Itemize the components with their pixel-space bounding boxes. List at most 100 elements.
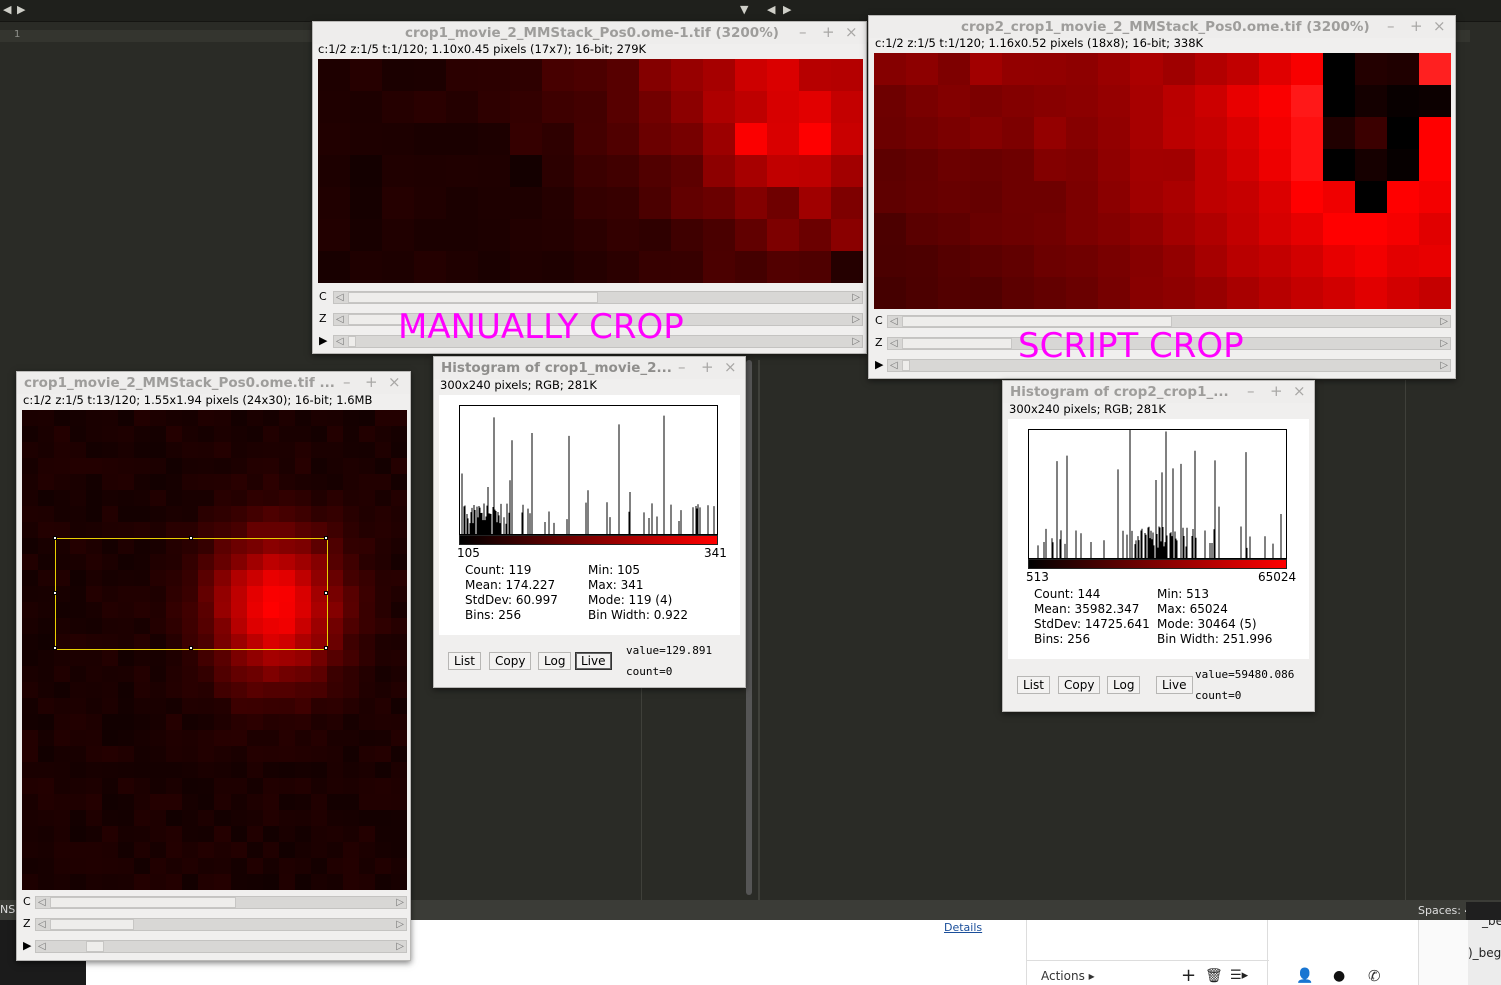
phone-icon[interactable]: ✆: [1368, 967, 1381, 985]
window-titlebar[interactable]: Histogram of crop2_crop1_... – + ×: [1003, 381, 1314, 403]
pixel: [798, 219, 831, 251]
pixel: [214, 682, 231, 698]
close-icon[interactable]: ×: [845, 24, 858, 40]
log-button[interactable]: Log: [1107, 676, 1141, 694]
minimize-icon[interactable]: –: [1247, 383, 1255, 399]
full-image-window[interactable]: crop1_movie_2_MMStack_Pos0.ome.tif ... –…: [16, 371, 411, 961]
live-button[interactable]: Live: [1156, 676, 1193, 694]
play-icon[interactable]: ▶: [23, 938, 31, 954]
pixel: [310, 490, 327, 506]
pixel: [182, 490, 199, 506]
pixel: [1386, 181, 1419, 213]
pixel: [246, 490, 263, 506]
pixel: [134, 810, 151, 826]
pixel: [70, 426, 87, 442]
pixel: [1130, 149, 1163, 181]
maximize-icon[interactable]: +: [365, 374, 378, 390]
person-icon[interactable]: 👤: [1296, 968, 1313, 984]
pixel: [166, 730, 183, 746]
pixel: [830, 251, 863, 283]
pixel: [38, 522, 55, 538]
pixel: [38, 570, 55, 586]
close-icon[interactable]: ×: [1293, 383, 1306, 399]
pixel: [358, 522, 375, 538]
c-slider[interactable]: C ◁ ▷: [317, 289, 863, 305]
t-slider[interactable]: ▶ ◁ ▷: [21, 938, 407, 954]
pixel: [246, 762, 263, 778]
left-arrow-icon[interactable]: ◀: [3, 3, 11, 16]
minimize-icon[interactable]: –: [343, 374, 351, 390]
editor-scrollbar[interactable]: [746, 360, 752, 895]
window-titlebar[interactable]: crop2_crop1_movie_2_MMStack_Pos0.ome.tif…: [869, 16, 1455, 38]
chat-icon[interactable]: ●: [1333, 968, 1345, 984]
live-button[interactable]: Live: [575, 652, 612, 670]
maximize-icon[interactable]: +: [822, 24, 835, 40]
pixel: [510, 123, 543, 155]
close-icon[interactable]: ×: [388, 374, 401, 390]
minimize-icon[interactable]: –: [1387, 18, 1395, 34]
maximize-icon[interactable]: +: [701, 359, 714, 375]
play-icon[interactable]: ▶: [319, 333, 327, 349]
z-slider[interactable]: Z ◁ ▷: [21, 916, 407, 932]
histogram-manual-window[interactable]: Histogram of crop1_movie_2... – + × 300x…: [433, 356, 746, 688]
pixel: [310, 666, 327, 682]
list-button[interactable]: List: [448, 652, 481, 670]
image-canvas[interactable]: [318, 59, 863, 283]
histogram-script-window[interactable]: Histogram of crop2_crop1_... – + × 300x2…: [1002, 380, 1315, 712]
copy-button[interactable]: Copy: [489, 652, 532, 670]
c-slider[interactable]: C ◁ ▷: [21, 894, 407, 910]
pixel: [342, 474, 359, 490]
pixel: [262, 522, 279, 538]
right-arrow-icon[interactable]: ▶: [17, 3, 25, 16]
pixel: [318, 155, 351, 187]
pixel: [670, 219, 703, 251]
minimize-icon[interactable]: –: [799, 24, 807, 40]
window-titlebar[interactable]: crop1_movie_2_MMStack_Pos0.ome.tif ... –…: [17, 372, 410, 394]
pixel: [1258, 245, 1291, 277]
pixel: [278, 810, 295, 826]
actions-button[interactable]: Actions ▸: [1041, 969, 1095, 983]
maximize-icon[interactable]: +: [1270, 383, 1283, 399]
left-arrow-icon-2[interactable]: ◀: [767, 3, 775, 16]
pixel: [230, 666, 247, 682]
manual-crop-window[interactable]: crop1_movie_2_MMStack_Pos0.ome-1.tif (32…: [312, 21, 867, 354]
pixel: [310, 730, 327, 746]
pixel: [102, 730, 119, 746]
list-button[interactable]: List: [1017, 676, 1050, 694]
close-icon[interactable]: ×: [1433, 18, 1446, 34]
script-crop-window[interactable]: crop2_crop1_movie_2_MMStack_Pos0.ome.tif…: [868, 15, 1456, 379]
image-info: c:1/2 z:1/5 t:1/120; 1.10x0.45 pixels (1…: [318, 42, 647, 56]
image-canvas[interactable]: [874, 53, 1451, 309]
pixel: [230, 858, 247, 874]
copy-button[interactable]: Copy: [1058, 676, 1101, 694]
roi-rectangle[interactable]: [53, 536, 328, 650]
pixel: [22, 698, 39, 714]
pixel: [1162, 277, 1195, 309]
list-menu-icon[interactable]: ☰▸: [1230, 968, 1248, 983]
maximize-icon[interactable]: +: [1410, 18, 1423, 34]
pixel: [102, 874, 119, 890]
status-spaces[interactable]: Spaces: 4: [1418, 904, 1471, 917]
minimize-icon[interactable]: –: [678, 359, 686, 375]
pixel: [358, 634, 375, 650]
pixel: [246, 858, 263, 874]
right-arrow-icon-2[interactable]: ▶: [783, 3, 791, 16]
add-icon[interactable]: +: [1181, 965, 1196, 985]
window-titlebar[interactable]: Histogram of crop1_movie_2... – + ×: [434, 357, 745, 379]
pixel: [262, 826, 279, 842]
tab-dropdown-icon[interactable]: ▼: [740, 3, 748, 16]
pixel: [574, 219, 607, 251]
pixel: [970, 149, 1003, 181]
play-icon[interactable]: ▶: [875, 357, 883, 373]
close-icon[interactable]: ×: [724, 359, 737, 375]
pixel: [1194, 181, 1227, 213]
pixel: [166, 666, 183, 682]
pixel: [1226, 149, 1259, 181]
pixel: [342, 810, 359, 826]
image-canvas[interactable]: [22, 410, 407, 890]
window-titlebar[interactable]: crop1_movie_2_MMStack_Pos0.ome-1.tif (32…: [313, 22, 866, 44]
log-button[interactable]: Log: [538, 652, 572, 670]
details-link[interactable]: Details: [944, 921, 982, 934]
pixel: [1162, 149, 1195, 181]
trash-icon[interactable]: 🗑: [1205, 968, 1223, 984]
